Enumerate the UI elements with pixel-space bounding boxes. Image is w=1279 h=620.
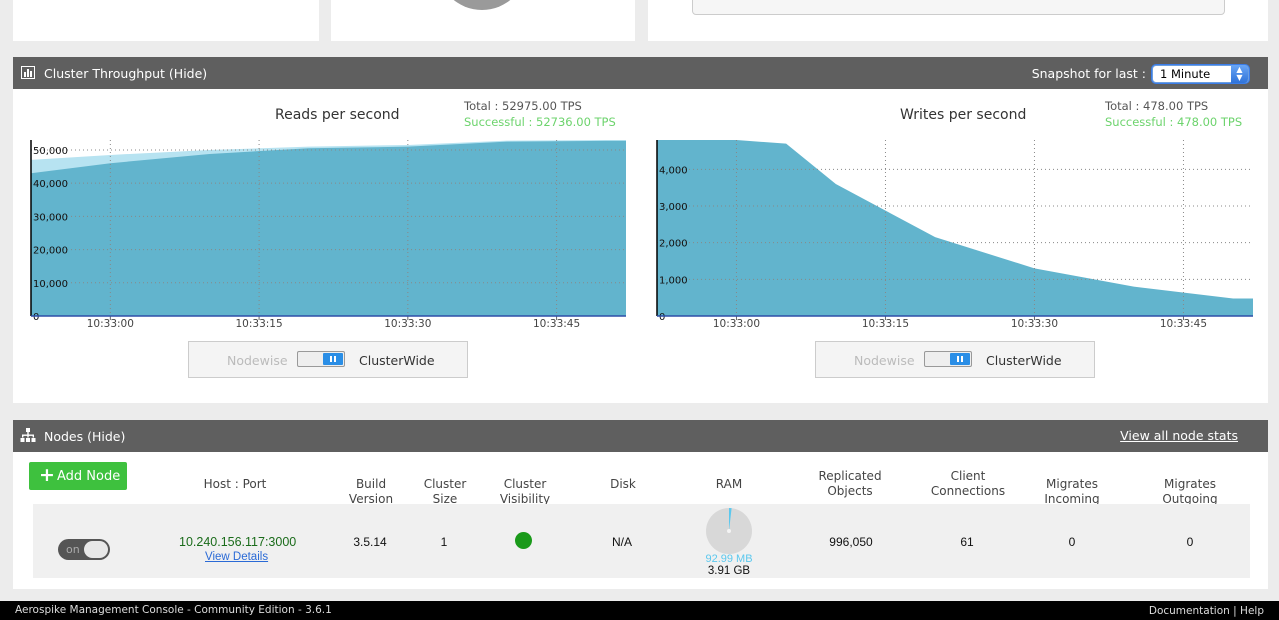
top-card-3 (648, 0, 1268, 41)
reads-successful: Successful : 52736.00 TPS (464, 115, 616, 129)
reads-y-tick-label: 40,000 (33, 179, 68, 190)
node-cluster-size: 1 (440, 535, 448, 549)
writes-successful: Successful : 478.00 TPS (1105, 115, 1243, 129)
column-header-cluster-size: Cluster Size (423, 477, 467, 506)
writes-scope-toggle[interactable]: Nodewise ClusterWide (815, 341, 1095, 378)
writes-x-tick-label: 10:33:45 (1160, 318, 1207, 330)
clusterwide-label[interactable]: ClusterWide (986, 353, 1062, 368)
node-host-port: 10.240.156.117:3000 (179, 535, 297, 549)
reads-y-tick-label: 10,000 (33, 279, 68, 290)
reads-total: Total : 52975.00 TPS (464, 99, 582, 113)
snapshot-select[interactable]: 1 Minute ▲ ▼ (1152, 65, 1249, 83)
node-ram-used: 92.99 MB (705, 553, 753, 565)
help-link[interactable]: Help (1240, 605, 1264, 617)
reads-chart-title: Reads per second (275, 107, 400, 123)
add-node-label: Add Node (57, 469, 121, 484)
column-header-cluster-visibility: Cluster Visibility (499, 477, 551, 506)
clusterwide-label[interactable]: ClusterWide (359, 353, 435, 368)
view-details-link[interactable]: View Details (205, 551, 268, 563)
documentation-link[interactable]: Documentation (1149, 605, 1230, 617)
select-arrows-icon: ▲ ▼ (1231, 65, 1248, 83)
writes-series-0-area (657, 140, 1253, 316)
reads-series-1-area (31, 140, 626, 316)
reads-y-tick-label: 50,000 (33, 146, 68, 157)
reads-x-tick-label: 10:33:15 (235, 318, 282, 330)
reads-y-tick-label: 30,000 (33, 212, 68, 223)
view-all-node-stats-link[interactable]: View all node stats (1120, 428, 1238, 443)
toggle-thumb (84, 541, 108, 558)
nodes-header: Nodes (Hide) View all node stats (13, 420, 1268, 452)
writes-x-tick-label: 10:33:15 (862, 318, 909, 330)
writes-y-tick-label: 1,000 (659, 275, 688, 286)
switch-knob (323, 353, 343, 365)
add-node-button[interactable]: + Add Node (29, 462, 127, 490)
footer-links: Documentation | Help (1149, 605, 1264, 617)
writes-y-tick-label: 0 (659, 312, 665, 323)
scope-switch[interactable] (297, 351, 345, 367)
throughput-header: Cluster Throughput (Hide) Snapshot for l… (13, 57, 1268, 89)
node-ram-total: 3.91 GB (707, 565, 751, 577)
cluster-visibility-indicator (515, 532, 532, 549)
throughput-title[interactable]: Cluster Throughput (Hide) (44, 66, 207, 81)
node-replicated-objects: 996,050 (829, 535, 873, 549)
switch-knob (950, 353, 970, 365)
nodewise-label[interactable]: Nodewise (854, 353, 915, 368)
reads-scope-toggle[interactable]: Nodewise ClusterWide (188, 341, 468, 378)
writes-chart: 0 1,000 2,000 3,000 4,000 10:33:00 10:33:15 10:… (656, 140, 1253, 330)
reads-x-tick-label: 10:33:45 (533, 318, 580, 330)
sitemap-icon (20, 428, 36, 442)
snapshot-label: Snapshot for last : (1031, 66, 1146, 81)
reads-x-tick-label: 10:33:00 (87, 318, 134, 330)
bar-chart-icon (21, 66, 35, 79)
column-header-build-version: Build Version (348, 477, 394, 506)
writes-y-tick-label: 4,000 (659, 165, 688, 176)
nodes-title[interactable]: Nodes (Hide) (44, 429, 125, 444)
reads-x-tick-label: 10:33:30 (384, 318, 431, 330)
column-header-client-connections: Client Connections (930, 469, 1006, 498)
node-client-connections: 61 (960, 535, 974, 549)
node-migrates-outgoing: 0 (1186, 535, 1194, 549)
ram-gauge (706, 508, 752, 554)
footer-separator: | (1233, 605, 1237, 617)
writes-y-tick-label: 2,000 (659, 239, 688, 250)
node-migrates-incoming: 0 (1068, 535, 1076, 549)
scope-switch[interactable] (924, 351, 972, 367)
column-header-migrates-incoming: Migrates Incoming (1044, 477, 1100, 506)
footer-product-label: Aerospike Management Console - Community… (15, 604, 332, 616)
column-header-disk: Disk (610, 477, 636, 491)
toggle-state-label: on (66, 543, 80, 556)
writes-total: Total : 478.00 TPS (1105, 99, 1209, 113)
reads-y-tick-label: 20,000 (33, 246, 68, 257)
writes-chart-title: Writes per second (900, 107, 1027, 123)
reads-y-tick-label: 0 (33, 312, 39, 323)
plus-icon: + (39, 464, 55, 486)
top-card-2 (331, 0, 635, 41)
top-card-1 (13, 0, 319, 41)
column-header-replicated-objects: Replicated Objects (818, 469, 882, 498)
column-header-migrates-outgoing: Migrates Outgoing (1162, 477, 1218, 506)
pie-chart-remnant (437, 0, 527, 10)
node-on-off-toggle[interactable]: on (58, 539, 110, 560)
column-header-host-port: Host : Port (203, 477, 267, 491)
column-header-ram: RAM (715, 477, 743, 491)
text-area-remnant[interactable] (692, 0, 1225, 15)
writes-x-tick-label: 10:33:00 (713, 318, 760, 330)
writes-y-tick-label: 3,000 (659, 202, 688, 213)
footer: Aerospike Management Console - Community… (0, 601, 1279, 620)
snapshot-value: 1 Minute (1160, 67, 1211, 81)
writes-x-tick-label: 10:33:30 (1011, 318, 1058, 330)
nodewise-label[interactable]: Nodewise (227, 353, 288, 368)
node-build-version: 3.5.14 (353, 535, 387, 549)
reads-chart: 0 10,000 20,000 30,000 40,000 50,000 10:33:00 1… (30, 140, 626, 330)
node-disk: N/A (611, 535, 632, 549)
